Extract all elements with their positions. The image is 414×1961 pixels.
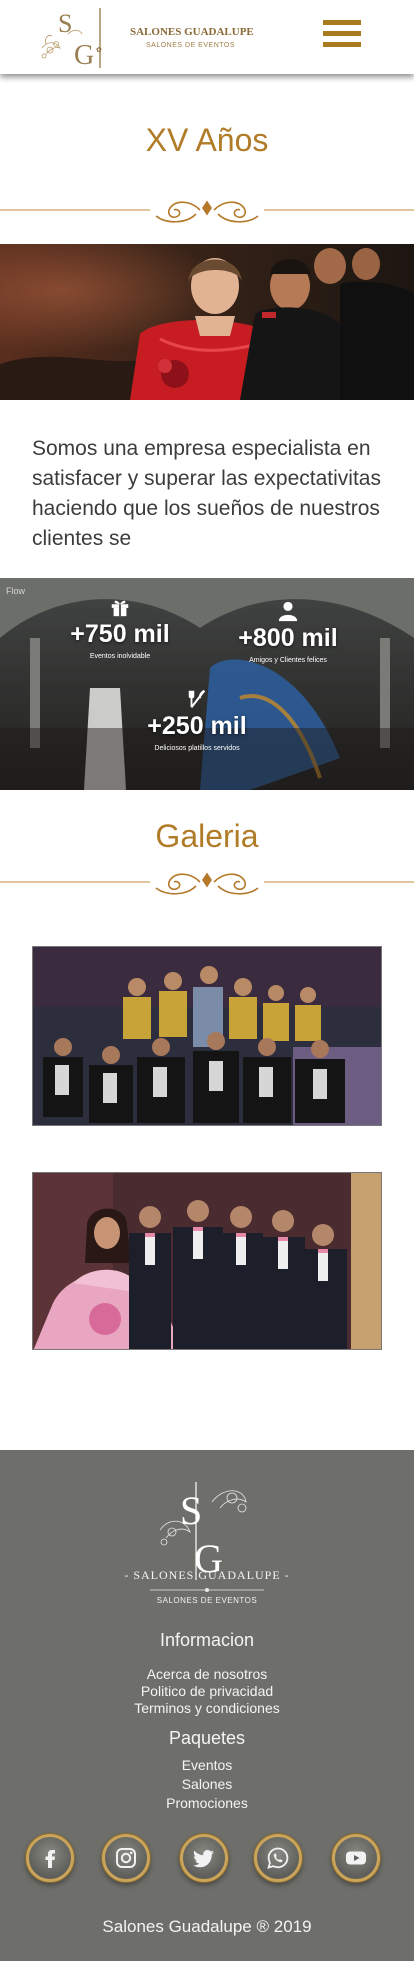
stat-value: +250 mil bbox=[147, 712, 247, 740]
brand-logo[interactable]: S G ✿ SALONES GUADALUPE SALONES DE EVENT… bbox=[38, 4, 254, 70]
gallery-image[interactable] bbox=[32, 946, 382, 1126]
stat-clients: +800 mil Amigos y Clientes felices bbox=[228, 600, 348, 664]
svg-text:✿: ✿ bbox=[96, 47, 102, 54]
gallery-ornament bbox=[0, 872, 414, 895]
gift-icon bbox=[111, 600, 129, 617]
stats-banner: Flow +750 mil Eventos inolvidable +800 m… bbox=[0, 578, 414, 790]
footer-brand-name: - SALONES GUADALUPE - bbox=[124, 1568, 290, 1582]
stat-events: +750 mil Eventos inolvidable bbox=[60, 596, 180, 660]
stat-label: Eventos inolvidable bbox=[89, 653, 151, 660]
footer-brand-divider bbox=[150, 1588, 264, 1592]
svg-text:G: G bbox=[74, 40, 94, 70]
footer-link-about[interactable]: Acerca de nosotros bbox=[0, 1666, 414, 1682]
person-icon bbox=[278, 601, 298, 622]
svg-text:Flow: Flow bbox=[6, 586, 26, 596]
instagram-icon[interactable] bbox=[102, 1834, 150, 1882]
footer-info-heading: Informacion bbox=[159, 1630, 255, 1650]
stat-label: Amigos y Clientes felices bbox=[249, 657, 327, 664]
svg-text:S: S bbox=[58, 9, 72, 38]
svg-text:S: S bbox=[180, 1488, 202, 1533]
page-title: XV Años bbox=[145, 122, 269, 158]
brand-name: SALONES GUADALUPE bbox=[130, 26, 254, 38]
hero-photo bbox=[0, 244, 414, 400]
footer-link-salons[interactable]: Salones bbox=[0, 1776, 414, 1792]
cutlery-icon bbox=[188, 689, 206, 708]
gallery-image[interactable] bbox=[32, 1172, 382, 1350]
site-footer: S G - SALONES GUADALUPE - SALONES DE EVE… bbox=[0, 1450, 414, 1961]
stat-value: +800 mil bbox=[238, 624, 338, 652]
stat-label: Deliciosos platillos servidos bbox=[154, 745, 240, 752]
menu-bar bbox=[323, 31, 361, 36]
title-ornament bbox=[0, 200, 414, 223]
logo-monogram: S G ✿ bbox=[41, 8, 102, 70]
gallery-title: Galeria bbox=[155, 818, 259, 854]
footer-link-events[interactable]: Eventos bbox=[0, 1757, 414, 1773]
site-header: S G ✿ SALONES GUADALUPE SALONES DE EVENT… bbox=[0, 0, 414, 74]
copyright-text: Salones Guadalupe ® 2019 bbox=[102, 1917, 312, 1936]
stat-value: +750 mil bbox=[70, 620, 170, 648]
youtube-icon[interactable] bbox=[332, 1834, 380, 1882]
footer-link-privacy[interactable]: Politico de privacidad bbox=[0, 1683, 414, 1699]
whatsapp-icon[interactable] bbox=[254, 1834, 302, 1882]
footer-packages-heading: Paquetes bbox=[168, 1728, 246, 1748]
facebook-icon[interactable] bbox=[26, 1834, 74, 1882]
menu-bar bbox=[323, 42, 361, 47]
intro-text: Somos una empresa especialista en satisf… bbox=[32, 437, 381, 550]
footer-brand-subtitle: SALONES DE EVENTOS bbox=[156, 1596, 258, 1605]
menu-bar bbox=[323, 20, 361, 25]
footer-link-terms[interactable]: Terminos y condiciones bbox=[0, 1700, 414, 1716]
footer-link-promotions[interactable]: Promociones bbox=[0, 1795, 414, 1811]
hamburger-menu-icon[interactable] bbox=[322, 20, 362, 52]
brand-subtitle: SALONES DE EVENTOS bbox=[146, 42, 236, 49]
stat-dishes: +250 mil Deliciosos platillos servidos bbox=[137, 688, 257, 752]
twitter-icon[interactable] bbox=[180, 1834, 228, 1882]
